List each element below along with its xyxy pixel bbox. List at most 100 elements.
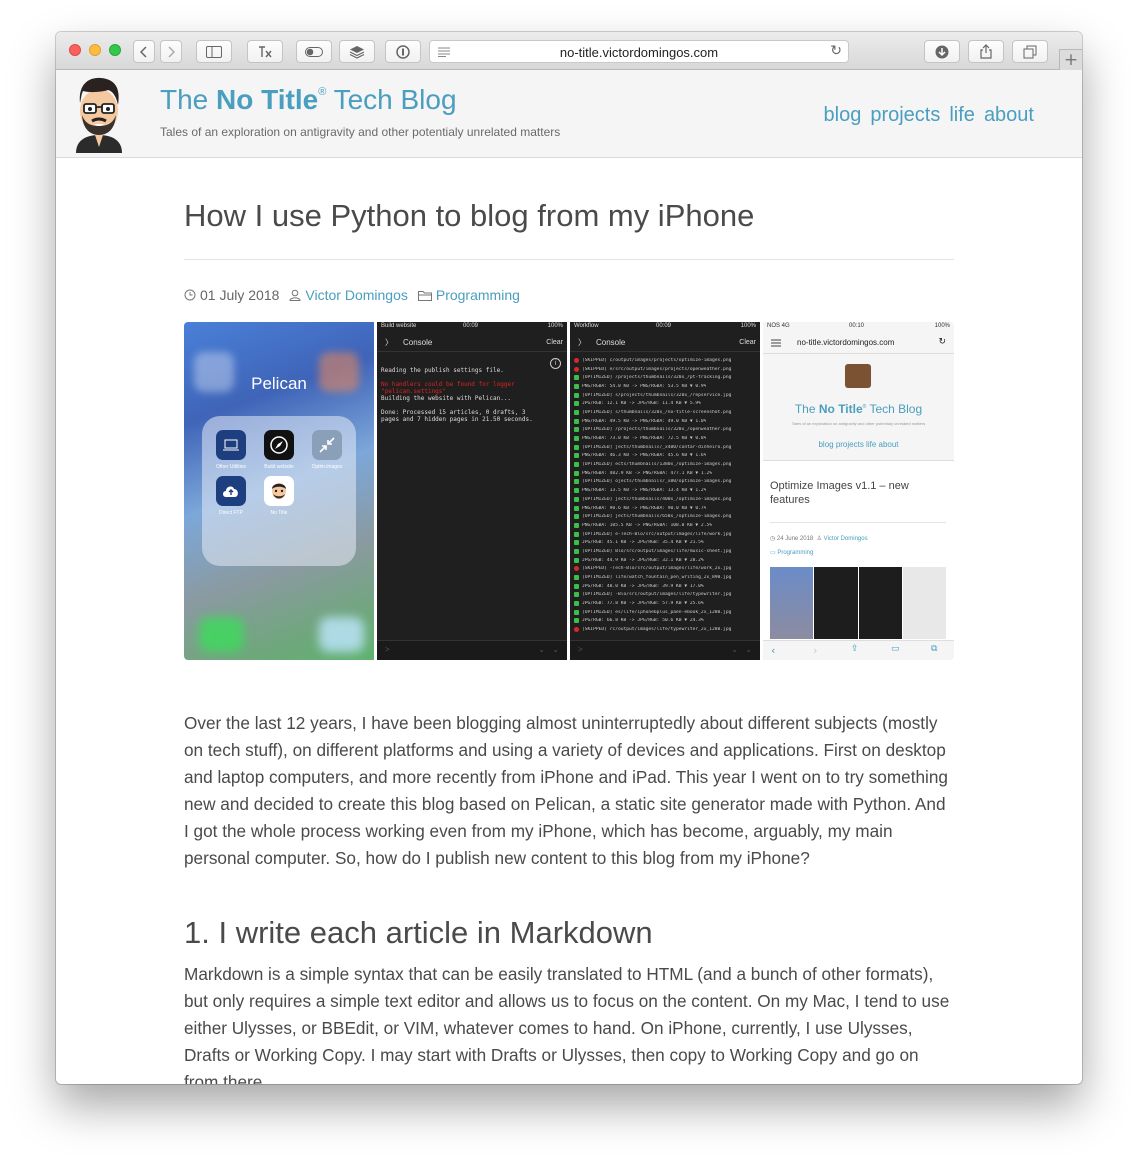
log-text: PNG/RGBA: 90.6 KB -> PNG/RGBA: 90.0 KB ▼… [582, 505, 707, 511]
hero-image: Pelican Other Utilities Build website Op… [184, 322, 954, 660]
log-text: [OPTIMIZED] s/projects/thumbnails/320x_/… [582, 392, 732, 398]
folder-name: Pelican [251, 374, 307, 393]
back-button[interactable] [133, 40, 155, 63]
avatar[interactable] [68, 73, 130, 153]
check-icon [574, 514, 579, 520]
site-title[interactable]: The No Title® Tech Blog [160, 84, 457, 116]
log-text: [OPTIMIZED] /projects/thumbnails/320x_/o… [582, 427, 732, 433]
log-text: PNG/RGBA: 13.5 KB -> PNG/RGBA: 13.4 KB ▼… [582, 488, 707, 494]
log-row: [OPTIMIZED] /projects/thumbnails/320x_/p… [574, 373, 758, 382]
app-label: No Title [270, 510, 288, 516]
toggle-extension-button[interactable] [296, 40, 332, 63]
nav-about[interactable]: about [984, 104, 1034, 127]
console-clear: Clear [546, 339, 563, 346]
mobile-site-title: The No Title® Tech Blog [794, 402, 923, 416]
section-heading: 1. I write each article in Markdown [184, 915, 653, 950]
app-label: Other Utilities [215, 464, 246, 470]
mobile-url: no-title.victordomingos.com [797, 338, 895, 347]
share-icon [980, 44, 992, 59]
log-row: [SKIPPED] c/output/images/projects/optim… [574, 356, 758, 365]
password-icon [396, 44, 410, 59]
log-text: [OPTIMIZED] ects/thumbnails/1380x_/optim… [582, 462, 732, 468]
clock-icon [184, 289, 196, 301]
close-window-button[interactable] [69, 44, 81, 56]
log-text: [OPTIMIZED] Blo/src/output/images/life/m… [582, 548, 732, 554]
check-icon [574, 575, 579, 581]
check-icon [574, 375, 579, 381]
mobile-address-bar: no-title.victordomingos.com ↻ [763, 332, 954, 354]
log-row: [OPTIMIZED] /projects/thumbnails/320x_/o… [574, 426, 758, 435]
log-text: [OPTIMIZED] /projects/thumbnails/320x_/p… [582, 375, 732, 381]
log-row: JPG/RGB: 77.8 KB -> JPG/RGB: 57.9 KB ▼ 2… [574, 599, 758, 608]
check-icon [574, 479, 579, 485]
folder-icon [417, 290, 432, 301]
check-icon [574, 609, 579, 615]
post-date: 01 July 2018 [200, 287, 280, 303]
log-text: PNG/RGBA: 49.5 KB -> PNG/RGBA: 49.0 KB ▼… [582, 418, 707, 424]
forward-button[interactable] [160, 40, 182, 63]
check-icon [574, 540, 579, 546]
nav-projects[interactable]: projects [870, 104, 940, 127]
main-nav: blog projects life about [824, 104, 1034, 127]
check-icon [574, 618, 579, 624]
console-clear: Clear [739, 339, 756, 346]
zoom-window-button[interactable] [109, 44, 121, 56]
console-title: Console [596, 338, 626, 347]
log-row: [SKIPPED] rc/output/images/life/typewrit… [574, 625, 758, 634]
log-row: PNG/RGBA: 46.3 KB -> PNG/RGBA: 45.6 KB ▼… [574, 452, 758, 461]
nav-life[interactable]: life [949, 104, 975, 127]
log-row: [OPTIMIZED] s/projects/thumbnails/320x_/… [574, 391, 758, 400]
log-row: JPG/RGB: 12.1 KB -> JPG/RGB: 11.4 KB ▼ 5… [574, 399, 758, 408]
mobile-hero-thumb [770, 567, 946, 639]
log-text: PNG/RGBA: 54.0 KB -> PNG/RGBA: 53.5 KB ▼… [582, 383, 707, 389]
check-icon [574, 557, 579, 563]
site-title-bold: No Title [216, 84, 319, 115]
check-icon [574, 496, 579, 502]
check-icon [574, 531, 579, 537]
reload-icon[interactable]: ↻ [830, 43, 842, 59]
post-title: How I use Python to blog from my iPhone [184, 198, 755, 233]
mobile-post-title: Optimize Images v1.1 – new features [770, 480, 909, 506]
log-row: [OPTIMIZED] e-Tech-Blo/src/output/images… [574, 530, 758, 539]
chevron-right-icon: 〉 [578, 338, 586, 347]
layers-button[interactable] [339, 40, 375, 63]
mobile-toolbar: ‹ › ⇪ ▭ ⧉ [763, 640, 954, 660]
check-icon [574, 383, 579, 389]
console-bottom-bar: > ⌄ ⌄ [377, 640, 567, 660]
log-row: [SKIPPED] -Tech-Blo/src/output/images/li… [574, 565, 758, 574]
extension-button-1[interactable] [247, 40, 283, 63]
check-icon [574, 436, 579, 442]
app-no-title: No Title [262, 476, 296, 516]
toggle-icon [305, 46, 323, 57]
check-icon [574, 488, 579, 494]
address-bar[interactable]: no-title.victordomingos.com ↻ [429, 40, 849, 63]
tabs-overview-button[interactable] [1012, 40, 1048, 63]
app-label: Build website [264, 464, 294, 470]
nav-blog[interactable]: blog [824, 104, 862, 127]
onepassword-button[interactable] [385, 40, 421, 63]
log-row: PNG/RGBA: 90.6 KB -> PNG/RGBA: 90.0 KB ▼… [574, 504, 758, 513]
console-bottom-bar: > ⌄ ⌄ [570, 640, 760, 660]
new-tab-button[interactable]: + [1059, 49, 1082, 71]
site-title-pre: The [160, 84, 217, 115]
downloads-button[interactable] [924, 40, 960, 63]
console-bar: 〉 Console Clear [570, 334, 760, 352]
app-other-utilities: Other Utilities [214, 430, 248, 470]
check-icon [574, 462, 579, 468]
log-text: JPG/RGB: 45.1 KB -> JPG/RGB: 35.4 KB ▼ 2… [582, 540, 704, 546]
log-text: [SKIPPED] c/output/images/projects/optim… [582, 357, 732, 363]
error-icon [574, 366, 579, 372]
post-author-link[interactable]: Victor Domingos [305, 287, 407, 303]
log-row: [OPTIMIZED] s/thumbnails/320x_/no-title-… [574, 408, 758, 417]
minimize-window-button[interactable] [89, 44, 101, 56]
log-row: PNG/RGBA: 49.5 KB -> PNG/RGBA: 49.0 KB ▼… [574, 417, 758, 426]
laptop-icon [223, 439, 239, 451]
log-row: PNG/RGBA: 54.0 KB -> PNG/RGBA: 53.5 KB ▼… [574, 382, 758, 391]
log-text: PNG/RGBA: 482.9 KB -> PNG/RGBA: 477.1 KB… [582, 470, 712, 476]
post-category-link[interactable]: Programming [436, 287, 520, 303]
share-button[interactable] [968, 40, 1004, 63]
screenshot-mobile-blog: NOS 4G 00:10 100% no-title.victordomingos.… [763, 322, 954, 660]
log-text: [OPTIMIZED] -Blo/src/output/images/life/… [582, 592, 732, 598]
app-folder: Other Utilities Build website Optim.imag… [202, 416, 356, 566]
sidebar-button[interactable] [196, 40, 232, 63]
